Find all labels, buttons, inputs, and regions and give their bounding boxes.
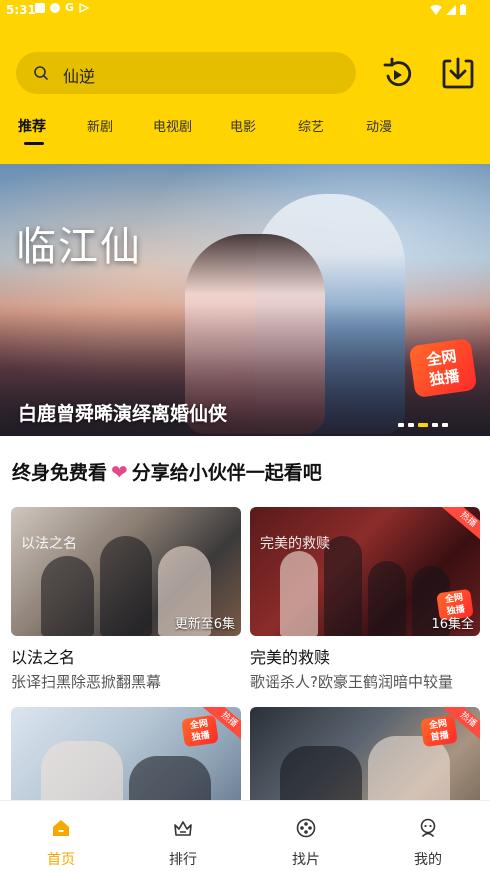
tab-tv-series[interactable]: 电视剧 xyxy=(153,116,192,135)
search-bar[interactable]: 仙逆 xyxy=(16,52,356,94)
download-icon[interactable] xyxy=(440,55,476,91)
signal-icon xyxy=(446,4,456,15)
film-reel-icon xyxy=(296,818,316,838)
tab-anime[interactable]: 动漫 xyxy=(366,116,392,135)
tab-new-drama[interactable]: 新剧 xyxy=(87,116,113,135)
tab-recommend[interactable]: 推荐 xyxy=(18,116,46,136)
nav-label: 我的 xyxy=(414,852,442,868)
status-bar: 5:31 G xyxy=(0,0,490,22)
featured-banner[interactable]: 临江仙 全网 独播 白鹿曾舜晞演绎离婚仙侠 xyxy=(0,164,490,436)
carousel-dot xyxy=(432,423,438,427)
nav-label: 排行 xyxy=(169,852,197,868)
download-notification-icon xyxy=(50,3,60,13)
notification-icons: G xyxy=(35,1,90,14)
nav-home[interactable]: 首页 xyxy=(31,817,91,869)
tab-variety[interactable]: 综艺 xyxy=(298,116,324,135)
tab-movies[interactable]: 电影 xyxy=(230,116,256,135)
poster-figure xyxy=(368,561,406,636)
episode-count: 16集全 xyxy=(431,617,474,632)
carousel-dot xyxy=(442,423,448,427)
app-header: 5:31 G 仙逆 推荐 新剧 电视剧 电影 综艺 动漫 xyxy=(0,0,490,164)
home-icon xyxy=(53,820,69,836)
notification-icon xyxy=(35,3,45,13)
carousel-dot-active xyxy=(418,423,428,427)
google-icon: G xyxy=(65,1,75,14)
banner-title: 白鹿曾舜晞演绎离婚仙侠 xyxy=(18,403,228,425)
poster-figure xyxy=(41,556,94,636)
wifi-icon xyxy=(430,4,442,15)
status-time: 5:31 xyxy=(6,3,36,17)
category-tabs: 推荐 新剧 电视剧 电影 综艺 动漫 xyxy=(0,116,490,148)
nav-discover[interactable]: 找片 xyxy=(276,817,336,869)
ranking-icon xyxy=(174,821,192,836)
video-subtitle: 歌谣杀人?欧豪王鹤润暗中较量 xyxy=(250,673,453,691)
nav-ranking[interactable]: 排行 xyxy=(153,817,213,869)
video-title[interactable]: 以法之名 xyxy=(11,644,241,668)
exclusive-badge: 全网 独播 xyxy=(408,337,478,399)
poster-figure xyxy=(280,551,318,636)
premiere-badge: 全网 首播 xyxy=(420,714,458,748)
active-tab-indicator xyxy=(24,142,44,145)
battery-icon xyxy=(460,4,466,15)
carousel-indicator xyxy=(398,423,448,427)
poster-figure xyxy=(99,536,153,636)
video-card[interactable]: 以法之名 更新至6集 以法之名 张译扫黑除恶掀翻黑幕 xyxy=(11,507,241,692)
profile-icon xyxy=(420,818,436,837)
nav-label: 首页 xyxy=(47,852,75,868)
exclusive-badge: 全网 独播 xyxy=(181,714,219,748)
nav-label: 找片 xyxy=(292,852,320,868)
poster-title: 完美的救赎 xyxy=(260,536,330,552)
bottom-navigation: 首页 排行 找片 我的 xyxy=(0,800,490,871)
search-input[interactable]: 仙逆 xyxy=(63,63,95,87)
episode-count: 更新至6集 xyxy=(174,617,235,632)
section-title: 终身免费看 ❤ 分享给小伙伴一起看吧 xyxy=(12,458,322,485)
carousel-dot xyxy=(398,423,404,427)
video-subtitle: 张译扫黑除恶掀翻黑幕 xyxy=(11,673,162,691)
poster-title: 以法之名 xyxy=(21,536,77,552)
heart-icon: ❤ xyxy=(111,459,128,484)
video-title[interactable]: 完美的救赎 xyxy=(250,644,480,668)
video-thumbnail[interactable]: 以法之名 更新至6集 xyxy=(11,507,241,636)
video-card[interactable]: 完美的救赎 热播 全网 独播 16集全 完美的救赎 歌谣杀人?欧豪王鹤润暗中较量 xyxy=(250,507,480,692)
search-icon xyxy=(34,66,48,80)
section-title-part: 终身免费看 xyxy=(12,462,108,484)
video-thumbnail[interactable]: 完美的救赎 热播 全网 独播 16集全 xyxy=(250,507,480,636)
nav-profile[interactable]: 我的 xyxy=(398,817,458,869)
carousel-dot xyxy=(408,423,414,427)
banner-show-logo: 临江仙 xyxy=(16,224,142,270)
play-store-icon xyxy=(79,3,90,13)
history-icon[interactable] xyxy=(380,56,416,92)
system-icons xyxy=(430,4,466,15)
section-title-part: 分享给小伙伴一起看吧 xyxy=(131,462,322,484)
